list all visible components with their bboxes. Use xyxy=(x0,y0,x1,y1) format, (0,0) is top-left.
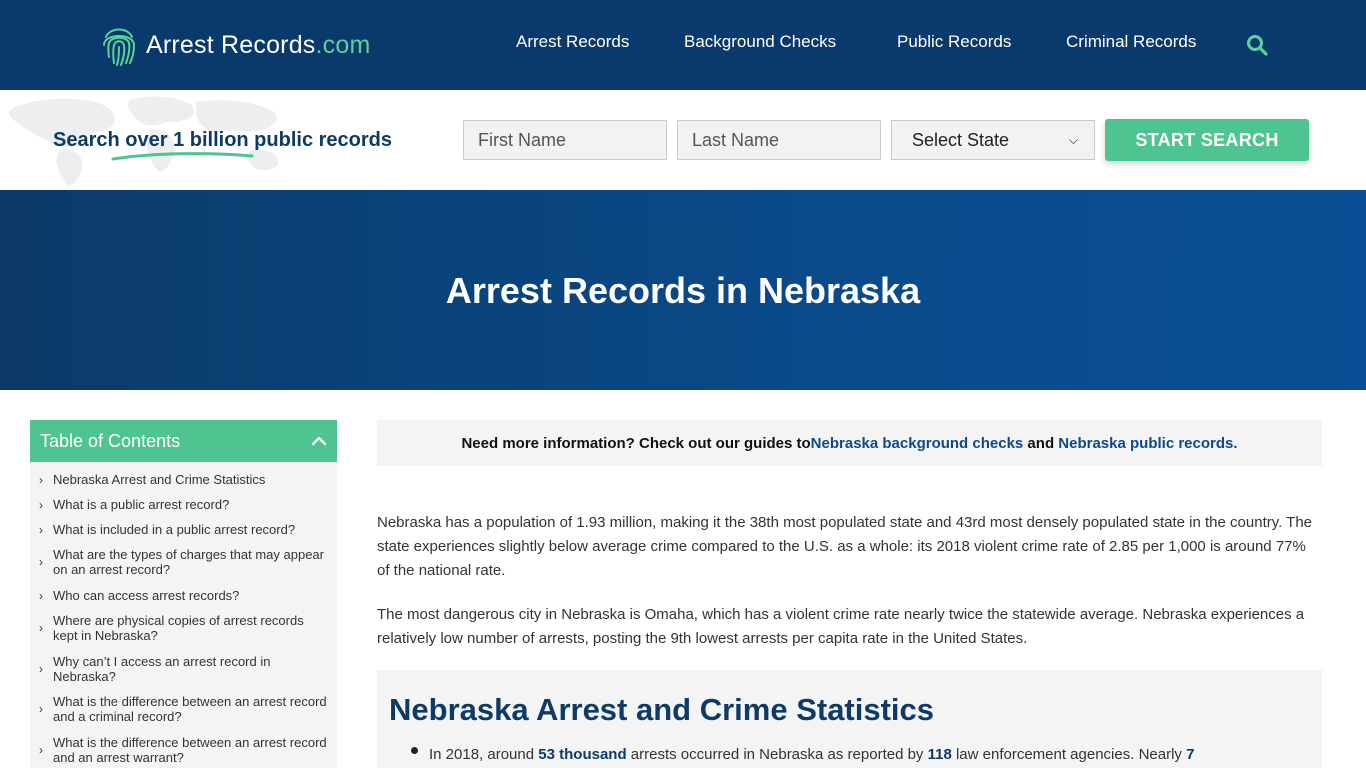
background-checks-link[interactable]: Nebraska background checks xyxy=(811,435,1024,452)
chevron-right-icon: › xyxy=(39,702,43,716)
toc-item[interactable]: › Who can access arrest records? xyxy=(30,588,337,603)
chevron-right-icon: › xyxy=(39,621,43,635)
bullet-marker xyxy=(411,747,418,754)
toc-item-label: What is the difference between an arrest… xyxy=(53,694,327,724)
toc-title: Table of Contents xyxy=(40,430,181,451)
stats-value: 7 xyxy=(1186,746,1195,763)
state-select-value: Select State xyxy=(912,129,1010,150)
nav-criminal-records[interactable]: Criminal Records xyxy=(1066,32,1196,52)
toc-item-label: What is the difference between an arrest… xyxy=(53,735,327,765)
tagline-underline-decoration xyxy=(111,152,254,161)
start-search-button[interactable]: START SEARCH xyxy=(1105,119,1309,161)
toc-item[interactable]: › Why can’t I access an arrest record in … xyxy=(30,654,337,684)
intro-paragraph: Nebraska has a population of 1.93 millio… xyxy=(377,514,1313,579)
toc-item-label: What are the types of charges that may a… xyxy=(53,547,324,577)
state-select[interactable]: Select State ⌵ xyxy=(891,120,1095,160)
chevron-right-icon: › xyxy=(39,662,43,676)
search-strip: Search over 1 billion public records Sel… xyxy=(0,90,1366,190)
stats-text: law enforcement agencies. Nearly xyxy=(951,746,1187,763)
intro-paragraph-2: The most dangerous city in Nebraska is O… xyxy=(377,606,1305,647)
toc-list: › Nebraska Arrest and Crime Statistics › W… xyxy=(30,462,337,768)
toc-item[interactable]: › Where are physical copies of arrest rec… xyxy=(30,613,337,643)
toc-item-label: Why can’t I access an arrest record in N… xyxy=(53,654,271,684)
stats-text: arrests occurred in Nebraska as reported… xyxy=(626,746,928,763)
notice-text: and xyxy=(1023,434,1059,452)
toc-item-label: Who can access arrest records? xyxy=(53,588,240,603)
nav-background-checks[interactable]: Background Checks xyxy=(684,32,836,52)
public-records-link[interactable]: Nebraska public records. xyxy=(1058,435,1237,452)
chevron-right-icon: › xyxy=(39,588,43,603)
toc-item-label: What is a public arrest record? xyxy=(53,497,230,512)
toc-item[interactable]: › What is the difference between an arres… xyxy=(30,694,337,724)
search-icon[interactable] xyxy=(1246,34,1268,56)
toc-header[interactable]: Table of Contents xyxy=(30,420,337,462)
toc-item[interactable]: › What is the difference between an arres… xyxy=(30,735,337,765)
stats-bullet-item: In 2018, around 53 thousand arrests occu… xyxy=(429,746,1194,763)
nav-arrest-records[interactable]: Arrest Records xyxy=(516,32,629,52)
stats-text: In 2018, around xyxy=(429,746,539,763)
stats-heading: Nebraska Arrest and Crime Statistics xyxy=(389,692,935,727)
toc-item-label: Nebraska Arrest and Crime Statistics xyxy=(53,472,266,487)
last-name-input[interactable] xyxy=(677,120,881,160)
search-tagline: Search over 1 billion public records xyxy=(53,129,392,151)
chevron-right-icon: › xyxy=(39,497,43,512)
toc-item[interactable]: › What is a public arrest record? xyxy=(30,497,337,512)
toc-item-label: Where are physical copies of arrest reco… xyxy=(53,613,304,643)
chevron-right-icon: › xyxy=(39,522,43,537)
toc-item-label: What is included in a public arrest reco… xyxy=(53,522,296,537)
page-title: Arrest Records in Nebraska xyxy=(445,270,921,311)
notice-text: Need more information? Check out our gui… xyxy=(461,434,811,452)
guides-notice: Need more information? Check out our gui… xyxy=(377,420,1322,466)
stats-value: 118 xyxy=(927,746,952,763)
stats-section: Nebraska Arrest and Crime Statistics In … xyxy=(377,670,1322,768)
nav-public-records[interactable]: Public Records xyxy=(897,32,1011,52)
first-name-input[interactable] xyxy=(463,120,667,160)
site-header: Arrest Records.com Arrest Records Backgr… xyxy=(0,0,1366,90)
main-nav: Arrest Records Background Checks Public … xyxy=(0,32,1366,58)
toc-item[interactable]: › What is included in a public arrest rec… xyxy=(30,522,337,537)
stats-value: 53 thousand xyxy=(538,746,627,763)
chevron-right-icon: › xyxy=(39,472,43,487)
chevron-right-icon: › xyxy=(39,743,43,757)
chevron-right-icon: › xyxy=(39,555,43,569)
chevron-down-icon: ⌵ xyxy=(1068,132,1078,147)
toc-item[interactable]: › What are the types of charges that may … xyxy=(30,547,337,577)
chevron-up-icon[interactable] xyxy=(311,433,327,449)
hero-banner: Arrest Records in Nebraska xyxy=(0,190,1366,390)
toc-item[interactable]: › Nebraska Arrest and Crime Statistics xyxy=(30,472,337,487)
